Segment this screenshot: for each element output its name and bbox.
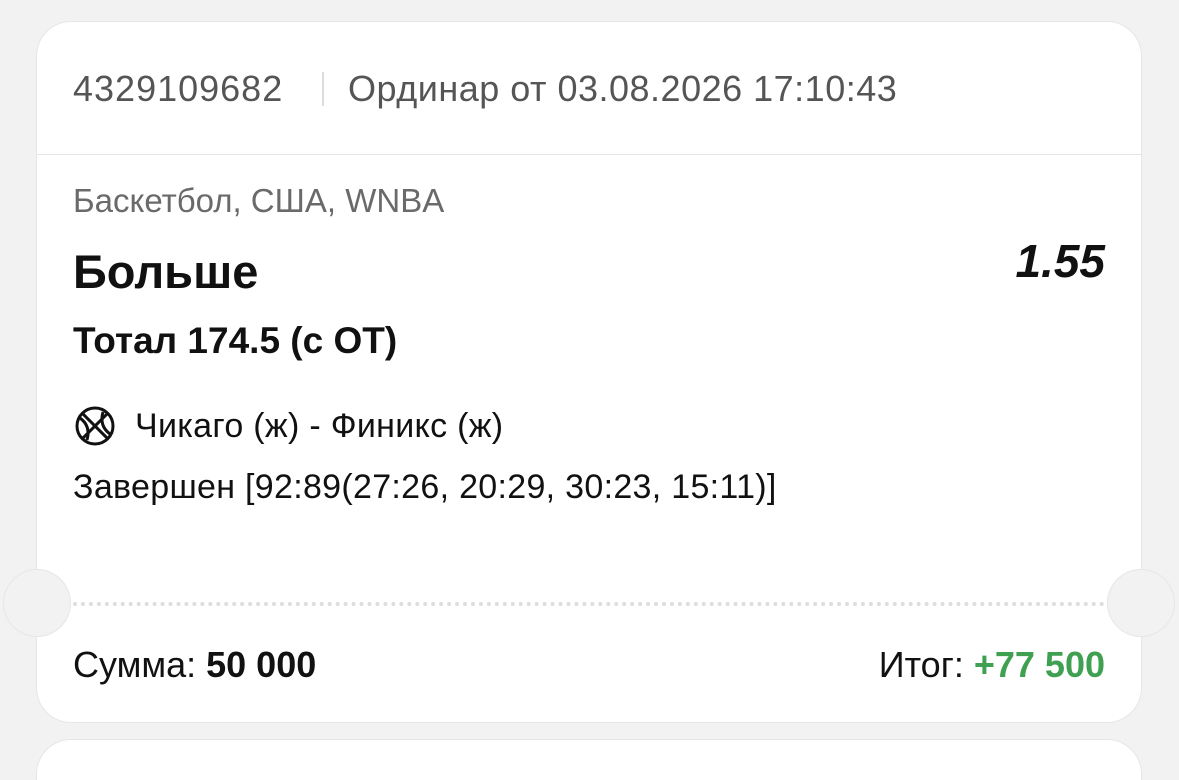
- stake-label: Сумма:: [73, 644, 197, 685]
- next-ticket-card-edge: [37, 740, 1141, 780]
- market-label: Тотал 174.5 (с ОТ): [73, 320, 398, 361]
- match-status-score: Завершен [92:89(27:26, 20:29, 30:23, 15:…: [73, 468, 777, 506]
- bet-ticket-card[interactable]: 4329109682 Ординар от 03.08.2026 17:10:4…: [3, 22, 1175, 722]
- match-teams: Чикаго (ж) - Финикс (ж): [135, 406, 504, 445]
- match-row: Чикаго (ж) - Финикс (ж): [73, 404, 503, 448]
- ticket-header: 4329109682 Ординар от 03.08.2026 17:10:4…: [37, 22, 1141, 155]
- header-divider: [322, 72, 324, 106]
- stake-value: 50 000: [206, 644, 317, 685]
- stake-row: Сумма: 50 000: [73, 644, 316, 686]
- league-label: Баскетбол, США, WNBA: [73, 182, 445, 219]
- total-label: Итог:: [878, 644, 964, 685]
- total-value: +77 500: [973, 644, 1105, 685]
- ticket-notch-right: [1107, 569, 1175, 637]
- bet-type-date: Ординар от 03.08.2026 17:10:43: [348, 68, 898, 109]
- basketball-icon: [75, 406, 115, 446]
- odds-value: 1.55: [1015, 235, 1105, 287]
- bet-id: 4329109682: [73, 68, 284, 109]
- total-row: Итог: +77 500: [879, 644, 1105, 686]
- ticket-notch-left: [3, 569, 71, 637]
- outcome-title: Больше: [73, 245, 259, 298]
- ticket-perforation: [73, 602, 1105, 606]
